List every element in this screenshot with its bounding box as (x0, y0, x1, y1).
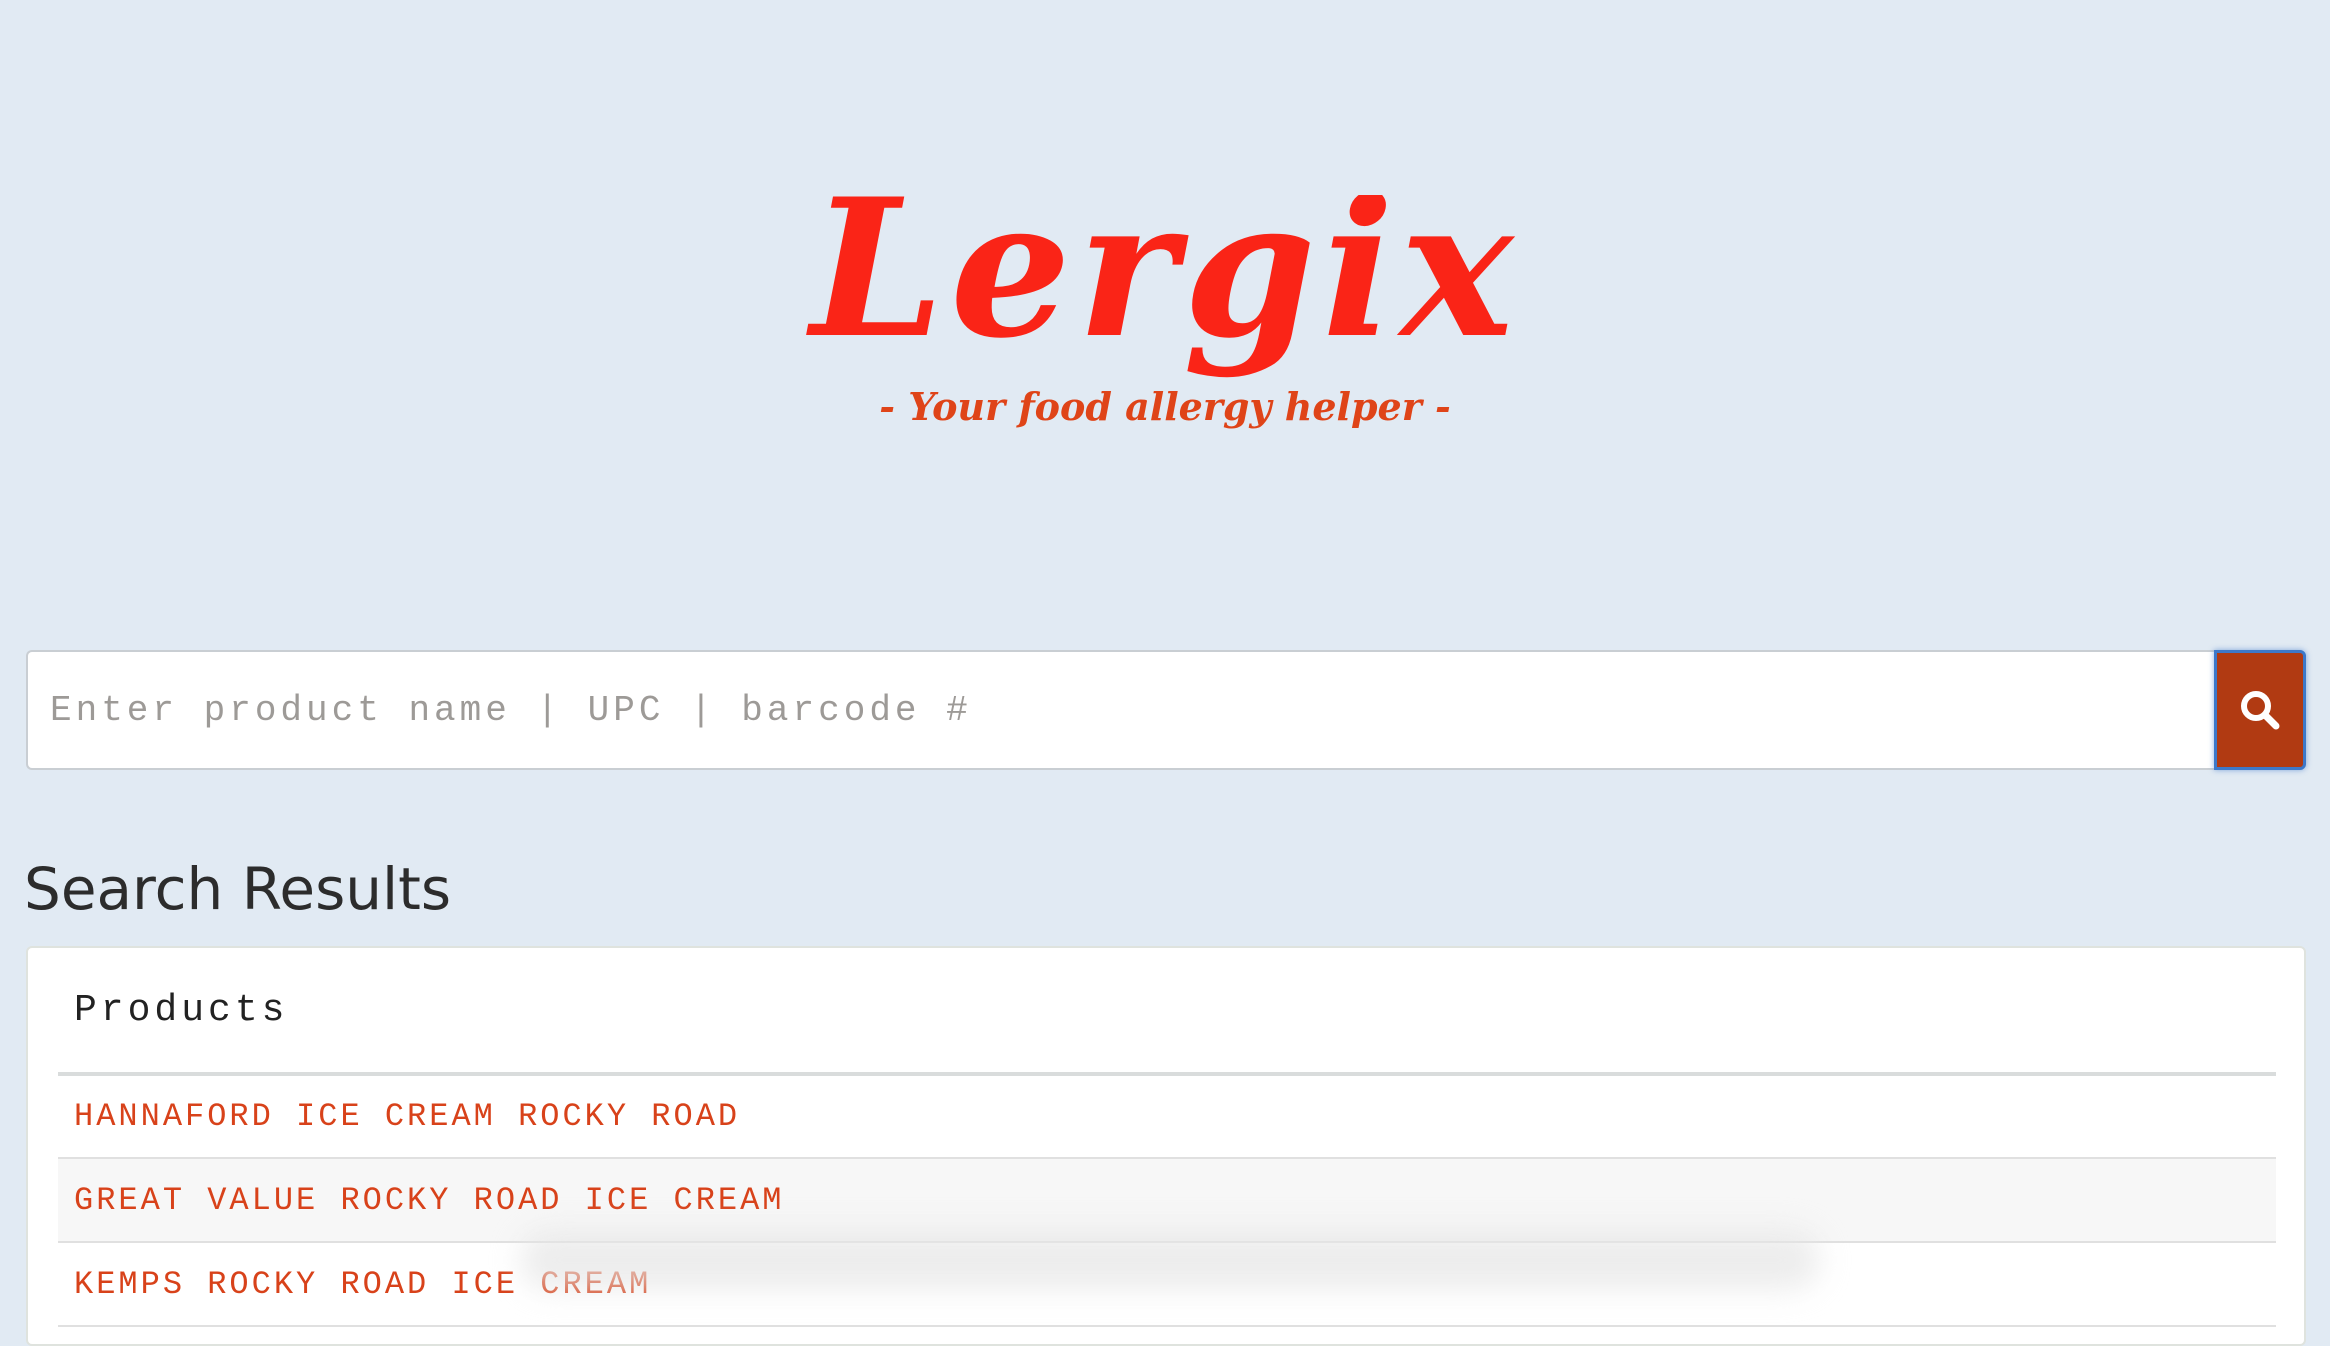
logo: Lergix - Your food allergy helper - (806, 195, 1520, 429)
search-button[interactable] (2214, 650, 2306, 770)
product-link[interactable]: KEMPS ROCKY ROAD ICE CREAM (58, 1242, 2276, 1327)
brand-name: Lergix (806, 195, 1520, 380)
results-table: Products HANNAFORD ICE CREAM ROCKY ROAD … (58, 948, 2276, 1327)
search-bar (26, 650, 2306, 770)
search-input[interactable] (26, 650, 2214, 770)
table-header-row: Products (58, 948, 2276, 1076)
table-row[interactable]: KEMPS ROCKY ROAD ICE CREAM (58, 1242, 2276, 1327)
search-icon (2241, 691, 2280, 730)
table-row[interactable]: GREAT VALUE ROCKY ROAD ICE CREAM (58, 1158, 2276, 1243)
table-row[interactable]: HANNAFORD ICE CREAM ROCKY ROAD (58, 1074, 2276, 1159)
search-results-title: Search Results (24, 855, 452, 923)
products-column-header: Products (58, 948, 2276, 1076)
product-link[interactable]: HANNAFORD ICE CREAM ROCKY ROAD (58, 1074, 2276, 1159)
product-link[interactable]: GREAT VALUE ROCKY ROAD ICE CREAM (58, 1158, 2276, 1243)
results-panel: Products HANNAFORD ICE CREAM ROCKY ROAD … (26, 946, 2306, 1346)
logo-header: Lergix - Your food allergy helper - (0, 195, 2330, 455)
brand-tagline: - Your food allergy helper - (879, 384, 1450, 429)
